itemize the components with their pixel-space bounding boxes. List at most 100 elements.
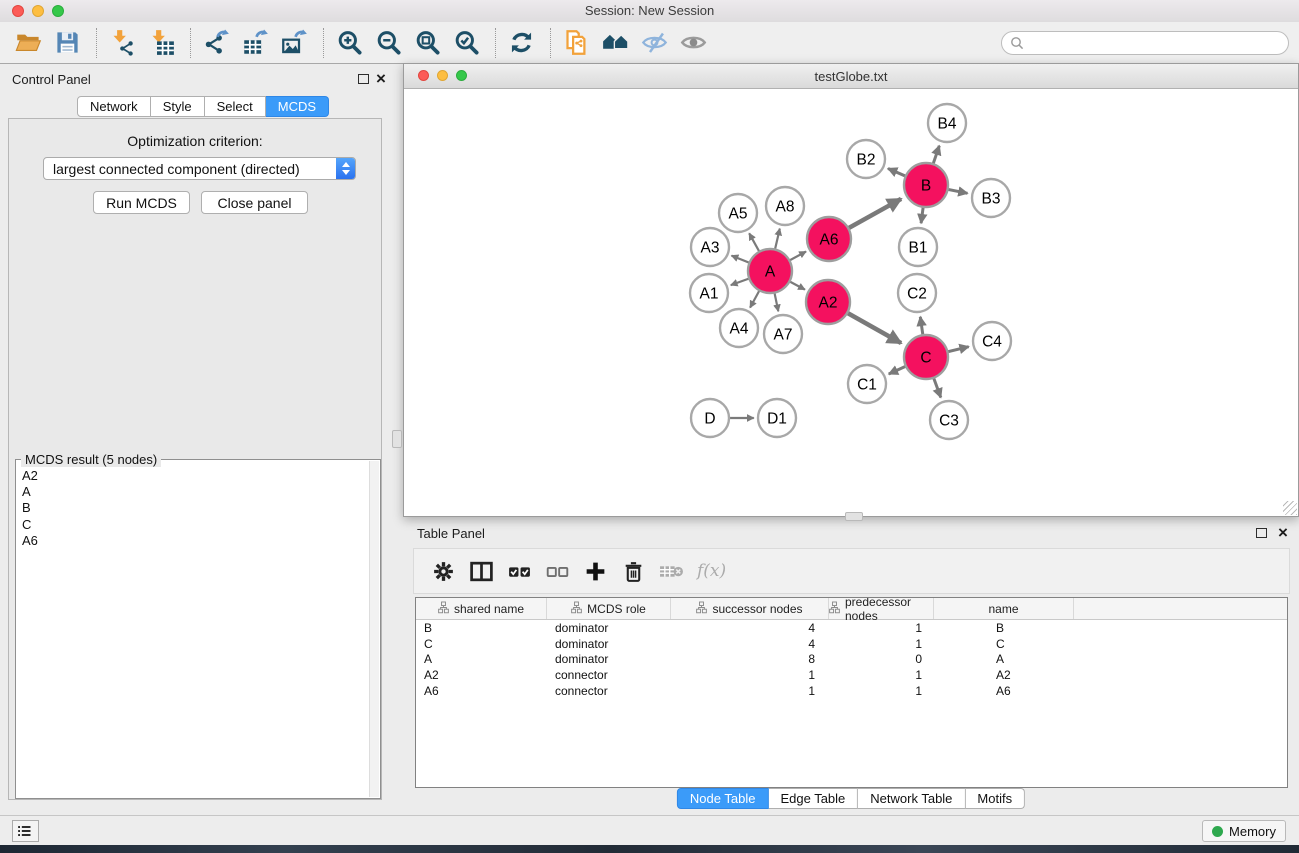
tab-motifs[interactable]: Motifs <box>965 788 1025 809</box>
column-header-successor-nodes[interactable]: successor nodes <box>671 598 829 619</box>
table-cell[interactable]: 0 <box>829 652 934 666</box>
tab-node-table[interactable]: Node Table <box>677 788 769 809</box>
table-cell[interactable]: dominator <box>547 621 671 635</box>
table-cell[interactable]: A6 <box>934 684 1074 698</box>
export-image-button[interactable] <box>280 28 310 58</box>
table-cell[interactable]: 1 <box>829 684 934 698</box>
import-network-button[interactable] <box>108 28 138 58</box>
table-cell[interactable]: dominator <box>547 637 671 651</box>
table-cell[interactable]: A <box>416 652 547 666</box>
close-table-panel-icon[interactable]: × <box>1278 527 1288 539</box>
run-mcds-button[interactable]: Run MCDS <box>93 191 190 214</box>
column-header-predecessor-nodes[interactable]: predecessor nodes <box>829 598 934 619</box>
float-panel-icon[interactable] <box>358 74 369 84</box>
close-panel-icon[interactable]: × <box>376 73 386 85</box>
table-cell[interactable]: A <box>934 652 1074 666</box>
node-B2[interactable]: B2 <box>847 140 885 178</box>
vertical-split-handle[interactable] <box>392 430 402 448</box>
attribute-settings-button[interactable] <box>430 557 458 585</box>
node-D1[interactable]: D1 <box>758 399 796 437</box>
select-all-button[interactable] <box>506 557 534 585</box>
table-row[interactable]: A6connector11A6 <box>416 683 1287 699</box>
tab-style[interactable]: Style <box>151 96 205 117</box>
zoom-in-button[interactable] <box>335 28 365 58</box>
mcds-result-item[interactable]: A <box>22 484 365 500</box>
node-A4[interactable]: A4 <box>720 309 758 347</box>
column-header-shared-name[interactable]: shared name <box>416 598 547 619</box>
table-row[interactable]: Adominator80A <box>416 652 1287 668</box>
table-cell[interactable]: A6 <box>416 684 547 698</box>
table-cell[interactable]: connector <box>547 668 671 682</box>
float-table-panel-icon[interactable] <box>1256 528 1267 538</box>
table-cell[interactable]: 8 <box>671 652 829 666</box>
table-cell[interactable]: B <box>416 621 547 635</box>
table-cell[interactable]: C <box>416 637 547 651</box>
table-cell[interactable]: 1 <box>829 621 934 635</box>
close-panel-button[interactable]: Close panel <box>201 191 308 214</box>
open-session-button[interactable] <box>14 28 44 58</box>
save-session-button[interactable] <box>53 28 83 58</box>
table-cell[interactable]: dominator <box>547 652 671 666</box>
node-A6[interactable]: A6 <box>807 217 851 261</box>
result-scrollbar[interactable] <box>369 461 379 797</box>
zoom-out-button[interactable] <box>374 28 404 58</box>
table-cell[interactable]: 1 <box>671 684 829 698</box>
import-table-button[interactable] <box>147 28 177 58</box>
node-C1[interactable]: C1 <box>848 365 886 403</box>
mcds-result-item[interactable]: C <box>22 517 365 533</box>
mcds-result-item[interactable]: B <box>22 500 365 516</box>
column-header-name[interactable]: name <box>934 598 1074 619</box>
home-view-button[interactable] <box>601 28 631 58</box>
table-cell[interactable]: 4 <box>671 621 829 635</box>
node-A5[interactable]: A5 <box>719 194 757 232</box>
node-C4[interactable]: C4 <box>973 322 1011 360</box>
tab-mcds[interactable]: MCDS <box>266 96 329 117</box>
table-cell[interactable]: A2 <box>416 668 547 682</box>
delete-column-button[interactable] <box>620 557 648 585</box>
refresh-layout-button[interactable] <box>507 28 537 58</box>
node-A8[interactable]: A8 <box>766 187 804 225</box>
mcds-result-item[interactable]: A6 <box>22 533 365 549</box>
tab-network[interactable]: Network <box>77 96 151 117</box>
table-cell[interactable]: 1 <box>829 668 934 682</box>
node-A1[interactable]: A1 <box>690 274 728 312</box>
zoom-selected-button[interactable] <box>452 28 482 58</box>
table-cell[interactable]: B <box>934 621 1074 635</box>
column-header-MCDS-role[interactable]: MCDS role <box>547 598 671 619</box>
toggle-columns-button[interactable] <box>468 557 496 585</box>
node-B3[interactable]: B3 <box>972 179 1010 217</box>
table-cell[interactable]: 1 <box>829 637 934 651</box>
node-A7[interactable]: A7 <box>764 315 802 353</box>
horizontal-split-handle[interactable] <box>845 512 863 521</box>
table-row[interactable]: Bdominator41B <box>416 620 1287 636</box>
zoom-fit-button[interactable] <box>413 28 443 58</box>
node-B4[interactable]: B4 <box>928 104 966 142</box>
network-graph[interactable]: B4B2BB3B1A5A8A3A6AA1A2A4A7C2CC4C1C3DD1 <box>404 89 1298 516</box>
table-cell[interactable]: A2 <box>934 668 1074 682</box>
export-network-button[interactable] <box>202 28 232 58</box>
task-history-button[interactable] <box>12 820 39 842</box>
table-cell[interactable]: 4 <box>671 637 829 651</box>
tab-select[interactable]: Select <box>205 96 266 117</box>
tab-network-table[interactable]: Network Table <box>858 788 965 809</box>
table-cell[interactable]: connector <box>547 684 671 698</box>
table-row[interactable]: A2connector11A2 <box>416 667 1287 683</box>
node-C3[interactable]: C3 <box>930 401 968 439</box>
network-canvas[interactable]: B4B2BB3B1A5A8A3A6AA1A2A4A7C2CC4C1C3DD1 <box>404 89 1298 516</box>
node-C2[interactable]: C2 <box>898 274 936 312</box>
node-A3[interactable]: A3 <box>691 228 729 266</box>
tab-edge-table[interactable]: Edge Table <box>768 788 858 809</box>
memory-button[interactable]: Memory <box>1202 820 1286 842</box>
node-B[interactable]: B <box>904 163 948 207</box>
duplicate-network-button[interactable] <box>562 28 592 58</box>
search-input[interactable] <box>1001 31 1289 55</box>
show-all-button[interactable] <box>679 28 709 58</box>
mcds-result-item[interactable]: A2 <box>22 468 365 484</box>
criterion-dropdown[interactable]: largest connected component (directed) <box>43 157 356 180</box>
node-A[interactable]: A <box>748 249 792 293</box>
add-column-button[interactable] <box>582 557 610 585</box>
node-A2[interactable]: A2 <box>806 280 850 324</box>
hide-selected-button[interactable] <box>640 28 670 58</box>
table-cell[interactable]: C <box>934 637 1074 651</box>
node-D[interactable]: D <box>691 399 729 437</box>
